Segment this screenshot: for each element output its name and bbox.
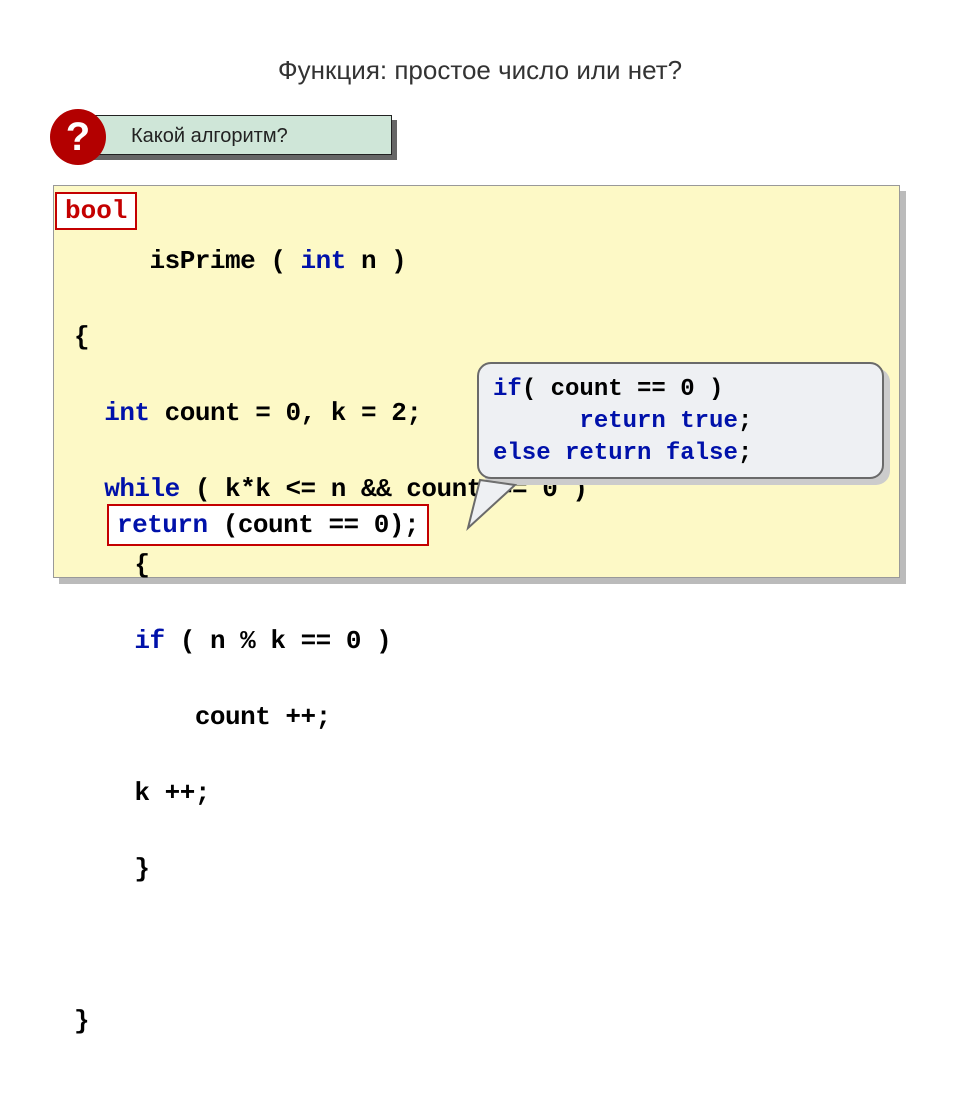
question-mark-icon: ? bbox=[50, 109, 106, 165]
tooltip-content: if( count == 0 ) return true; else retur… bbox=[477, 362, 884, 479]
bool-keyword-box: bool bbox=[55, 192, 137, 230]
slide-title: Функция: простое число или нет? bbox=[0, 55, 960, 86]
question-text: Какой алгоритм? bbox=[70, 115, 392, 155]
return-statement-box: return (count == 0); bbox=[107, 504, 429, 546]
tooltip-expansion: if( count == 0 ) return true; else retur… bbox=[477, 362, 892, 487]
question-bar: Какой алгоритм? ? bbox=[70, 115, 400, 161]
